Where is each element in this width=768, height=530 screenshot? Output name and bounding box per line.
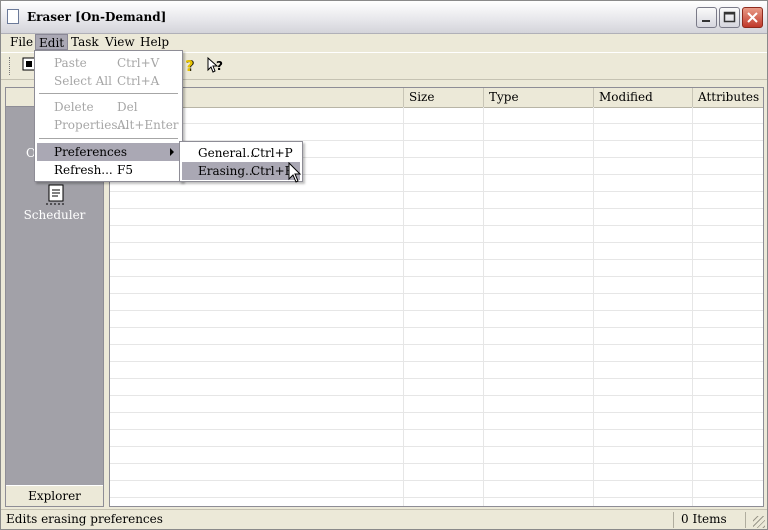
submenu-item-general[interactable]: General... Ctrl+P bbox=[182, 144, 300, 162]
resize-grip[interactable] bbox=[753, 516, 765, 528]
explorer-button[interactable]: Explorer bbox=[6, 485, 103, 506]
status-divider bbox=[745, 512, 746, 528]
menu-item-delete[interactable]: Delete Del bbox=[37, 98, 180, 116]
edit-menu-dropdown: Paste Ctrl+V Select All Ctrl+A Delete De… bbox=[34, 50, 183, 182]
status-bar: Edits erasing preferences 0 Items bbox=[1, 509, 767, 530]
minimize-icon bbox=[702, 20, 710, 22]
item-count: 0 Items bbox=[681, 512, 727, 526]
status-text: Edits erasing preferences bbox=[6, 512, 163, 526]
menu-item-label: Erasing... bbox=[198, 164, 257, 178]
menu-task[interactable]: Task bbox=[68, 34, 102, 50]
svg-text:?: ? bbox=[185, 57, 194, 75]
menu-item-shortcut: Ctrl+A bbox=[117, 74, 160, 88]
scheduler-label: Scheduler bbox=[23, 208, 86, 222]
menu-item-shortcut: Del bbox=[117, 100, 138, 114]
column-type[interactable]: Type bbox=[483, 88, 593, 107]
column-modified[interactable]: Modified bbox=[593, 88, 692, 107]
context-help-button[interactable]: ? bbox=[206, 56, 226, 76]
context-help-icon: ? bbox=[207, 56, 223, 73]
maximize-icon bbox=[723, 11, 736, 23]
mouse-pointer-icon bbox=[288, 162, 302, 183]
close-button[interactable] bbox=[742, 7, 763, 28]
list-header: Size Type Modified Attributes bbox=[110, 88, 763, 108]
app-icon bbox=[7, 9, 19, 24]
help-icon: ?? bbox=[185, 57, 195, 75]
menu-item-shortcut: F5 bbox=[117, 163, 133, 177]
help-button[interactable]: ?? bbox=[181, 56, 201, 76]
title-bar[interactable]: Eraser [On-Demand] bbox=[1, 1, 767, 34]
menu-file[interactable]: File bbox=[7, 34, 36, 50]
menu-item-label: Delete bbox=[54, 100, 94, 114]
menu-item-properties[interactable]: Properties... Alt+Enter bbox=[37, 116, 180, 134]
menu-item-preferences[interactable]: Preferences bbox=[37, 143, 180, 161]
menu-item-shortcut: Alt+Enter bbox=[117, 118, 179, 132]
menu-item-label: Select All bbox=[54, 74, 112, 88]
menu-item-refresh[interactable]: Refresh... F5 bbox=[37, 161, 180, 179]
menu-item-label: Refresh... bbox=[54, 163, 113, 177]
submenu-arrow-icon bbox=[170, 148, 174, 156]
menu-edit[interactable]: Edit bbox=[35, 34, 69, 50]
window-title: Eraser [On-Demand] bbox=[27, 10, 167, 24]
svg-text:?: ? bbox=[216, 59, 223, 73]
menu-separator bbox=[39, 93, 178, 94]
minimize-button[interactable] bbox=[696, 7, 717, 28]
menu-item-label: Preferences bbox=[54, 145, 128, 159]
close-icon bbox=[747, 12, 758, 23]
menu-bar: File Edit Task View Help bbox=[1, 33, 767, 51]
toolbar-grip[interactable] bbox=[9, 57, 12, 75]
menu-item-paste[interactable]: Paste Ctrl+V bbox=[37, 54, 180, 72]
menu-view[interactable]: View bbox=[102, 34, 138, 50]
column-size[interactable]: Size bbox=[403, 88, 483, 107]
column-attributes[interactable]: Attributes bbox=[692, 88, 763, 107]
scheduler-icon bbox=[45, 184, 64, 205]
preferences-submenu: General... Ctrl+P Erasing... Ctrl+E bbox=[179, 141, 303, 182]
menu-separator bbox=[39, 138, 178, 139]
app-window: Eraser [On-Demand] File Edit Task View H… bbox=[0, 0, 768, 530]
menu-item-shortcut: Ctrl+P bbox=[251, 146, 293, 160]
menu-item-label: Paste bbox=[54, 56, 87, 70]
status-divider bbox=[673, 512, 674, 528]
scheduler-item[interactable]: Scheduler bbox=[6, 184, 103, 222]
maximize-button[interactable] bbox=[719, 7, 740, 28]
submenu-item-erasing[interactable]: Erasing... Ctrl+E bbox=[182, 162, 300, 180]
menu-item-label: General... bbox=[198, 146, 258, 160]
menu-item-shortcut: Ctrl+V bbox=[117, 56, 160, 70]
menu-help[interactable]: Help bbox=[137, 34, 172, 50]
menu-item-select-all[interactable]: Select All Ctrl+A bbox=[37, 72, 180, 90]
